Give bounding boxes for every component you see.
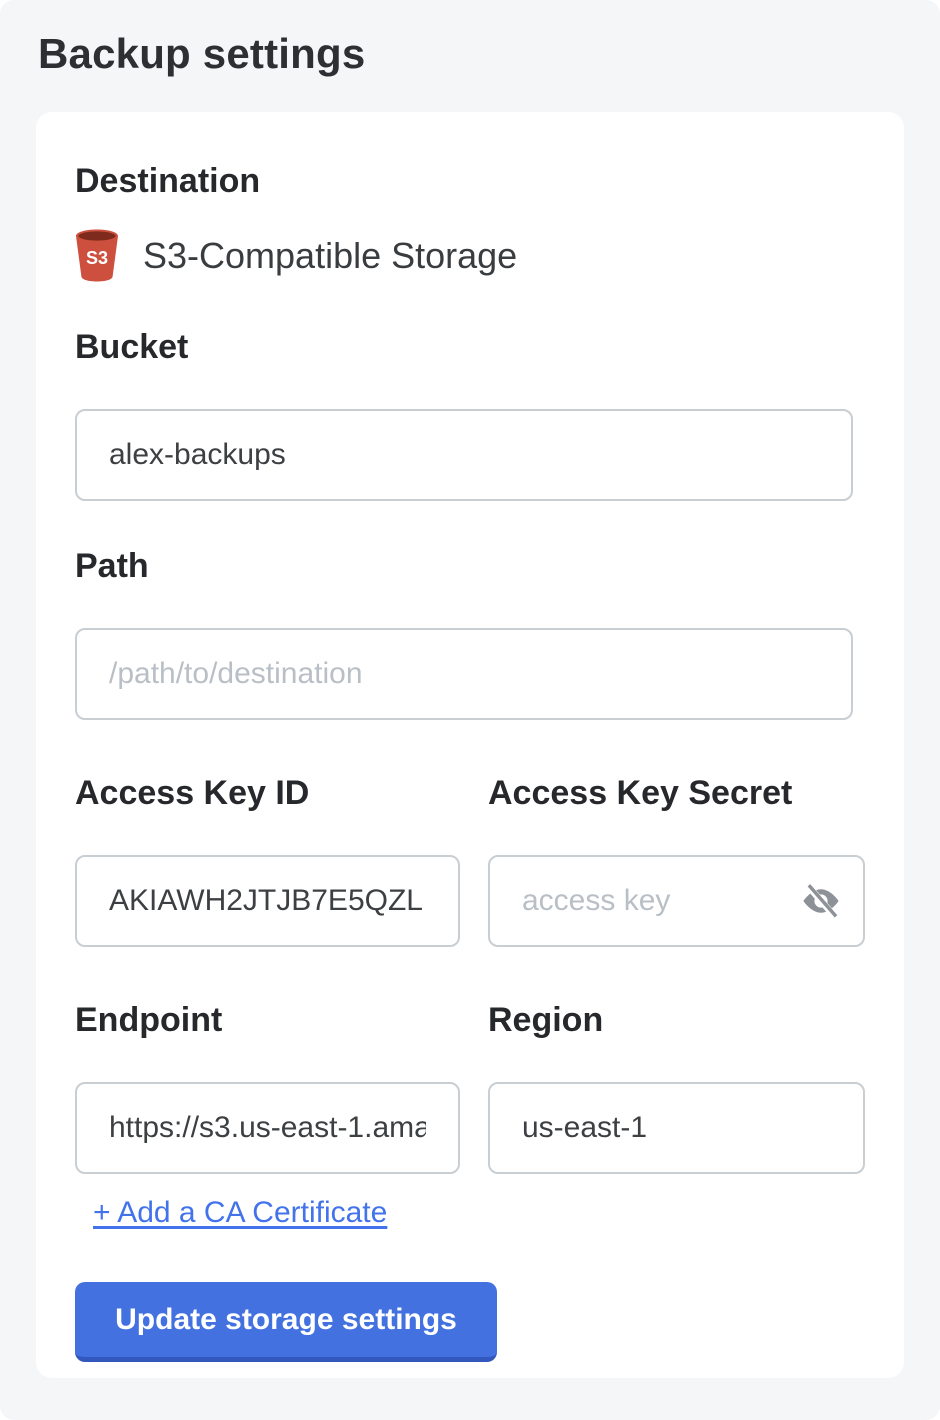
region-input[interactable]: [488, 1082, 865, 1174]
endpoint-region-row: Endpoint Region: [75, 1001, 866, 1174]
access-keys-row: Access Key ID Access Key Secret: [75, 774, 866, 947]
path-input[interactable]: [75, 628, 853, 720]
access-key-id-input[interactable]: [75, 855, 460, 947]
destination-label: Destination: [75, 162, 866, 201]
backup-settings-card: Destination S3 S3-Compatible Storage Buc…: [36, 112, 904, 1378]
destination-row: S3 S3-Compatible Storage: [75, 229, 866, 282]
s3-bucket-icon: S3: [75, 229, 119, 282]
bucket-input[interactable]: [75, 409, 853, 501]
page-title: Backup settings: [38, 30, 365, 78]
svg-text:S3: S3: [86, 248, 108, 268]
region-label: Region: [488, 1001, 603, 1039]
add-ca-certificate-link[interactable]: + Add a CA Certificate: [93, 1196, 387, 1229]
endpoint-input[interactable]: [75, 1082, 460, 1174]
path-label: Path: [75, 547, 149, 585]
bucket-label: Bucket: [75, 328, 188, 366]
eye-off-icon[interactable]: [799, 879, 843, 923]
destination-value: S3-Compatible Storage: [143, 235, 517, 277]
endpoint-label: Endpoint: [75, 1001, 222, 1039]
update-storage-settings-button[interactable]: Update storage settings: [75, 1282, 497, 1362]
access-key-id-label: Access Key ID: [75, 774, 309, 812]
access-key-secret-label: Access Key Secret: [488, 774, 792, 812]
backup-settings-page: Backup settings Destination S3 S3-Compat…: [0, 0, 940, 1420]
